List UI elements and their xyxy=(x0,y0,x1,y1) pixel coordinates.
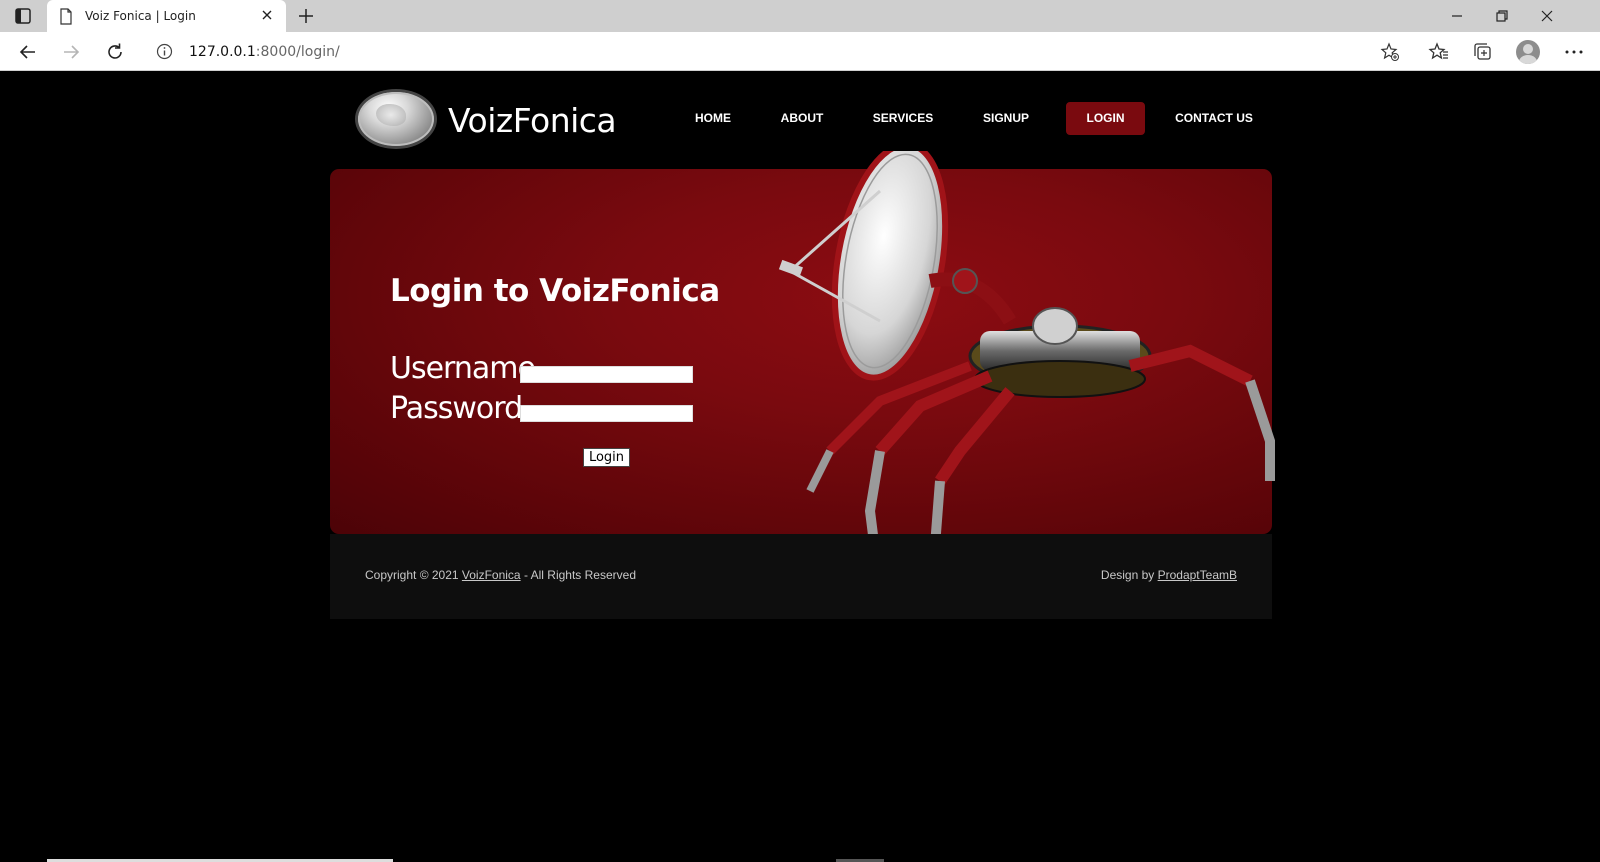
url-text[interactable]: 127.0.0.1:8000/login/ xyxy=(189,44,340,60)
footer-copyright: Copyright © 2021 VoizFonica - All Rights… xyxy=(365,568,636,582)
back-arrow-icon[interactable] xyxy=(17,41,39,63)
tab-actions-icon[interactable] xyxy=(14,7,32,25)
close-window-icon[interactable] xyxy=(1537,6,1557,26)
nav-signup[interactable]: SIGNUP xyxy=(980,102,1032,135)
page-viewport: VoizFonica HOME ABOUT SERVICES SIGNUP LO… xyxy=(0,71,1600,862)
page-footer: Copyright © 2021 VoizFonica - All Rights… xyxy=(330,534,1272,619)
info-icon[interactable] xyxy=(156,43,173,60)
password-label: Password xyxy=(390,391,523,426)
login-title: Login to VoizFonica xyxy=(390,273,720,309)
favorites-icon[interactable] xyxy=(1428,41,1450,63)
avatar-head xyxy=(1523,44,1533,54)
footer-site-link[interactable]: VoizFonica xyxy=(462,568,521,582)
logo-globe-icon[interactable] xyxy=(358,92,434,146)
password-input[interactable] xyxy=(520,405,693,422)
page-icon xyxy=(60,8,72,25)
more-options-icon[interactable] xyxy=(1563,41,1585,63)
refresh-icon[interactable] xyxy=(104,41,126,63)
minimize-icon[interactable] xyxy=(1447,6,1467,26)
username-input[interactable] xyxy=(520,366,693,383)
copyright-suffix: - All Rights Reserved xyxy=(520,568,636,582)
username-label: Username xyxy=(390,351,536,386)
browser-tab[interactable]: Voiz Fonica | Login xyxy=(47,0,286,32)
login-button[interactable]: Login xyxy=(583,448,630,467)
designer-link[interactable]: ProdaptTeamB xyxy=(1158,568,1237,582)
url-host: 127.0.0.1 xyxy=(189,44,256,60)
address-bar[interactable]: 127.0.0.1:8000/login/ xyxy=(144,35,1410,68)
url-path: :8000/login/ xyxy=(255,44,340,60)
footer-credit: Design by ProdaptTeamB xyxy=(1101,568,1237,582)
tab-title: Voiz Fonica | Login xyxy=(85,9,196,23)
site-logo-text[interactable]: VoizFonica xyxy=(448,101,617,140)
nav-home[interactable]: HOME xyxy=(688,102,738,135)
nav-about[interactable]: ABOUT xyxy=(777,102,827,135)
add-favorite-icon[interactable] xyxy=(1380,42,1400,62)
forward-arrow-icon[interactable] xyxy=(60,41,82,63)
copyright-prefix: Copyright © 2021 xyxy=(365,568,462,582)
robot-satellite-illustration xyxy=(778,151,1275,552)
nav-contact-us[interactable]: CONTACT US xyxy=(1172,102,1256,135)
profile-avatar[interactable] xyxy=(1516,40,1540,64)
browser-toolbar: 127.0.0.1:8000/login/ xyxy=(0,32,1600,71)
collections-icon[interactable] xyxy=(1472,41,1494,63)
avatar-body xyxy=(1519,55,1537,64)
new-tab-icon[interactable] xyxy=(296,6,316,26)
restore-icon[interactable] xyxy=(1492,6,1512,26)
design-prefix: Design by xyxy=(1100,568,1158,582)
browser-tabstrip: Voiz Fonica | Login xyxy=(0,0,1600,32)
nav-login[interactable]: LOGIN xyxy=(1066,102,1145,135)
close-tab-icon[interactable] xyxy=(260,8,274,22)
nav-services[interactable]: SERVICES xyxy=(870,102,936,135)
